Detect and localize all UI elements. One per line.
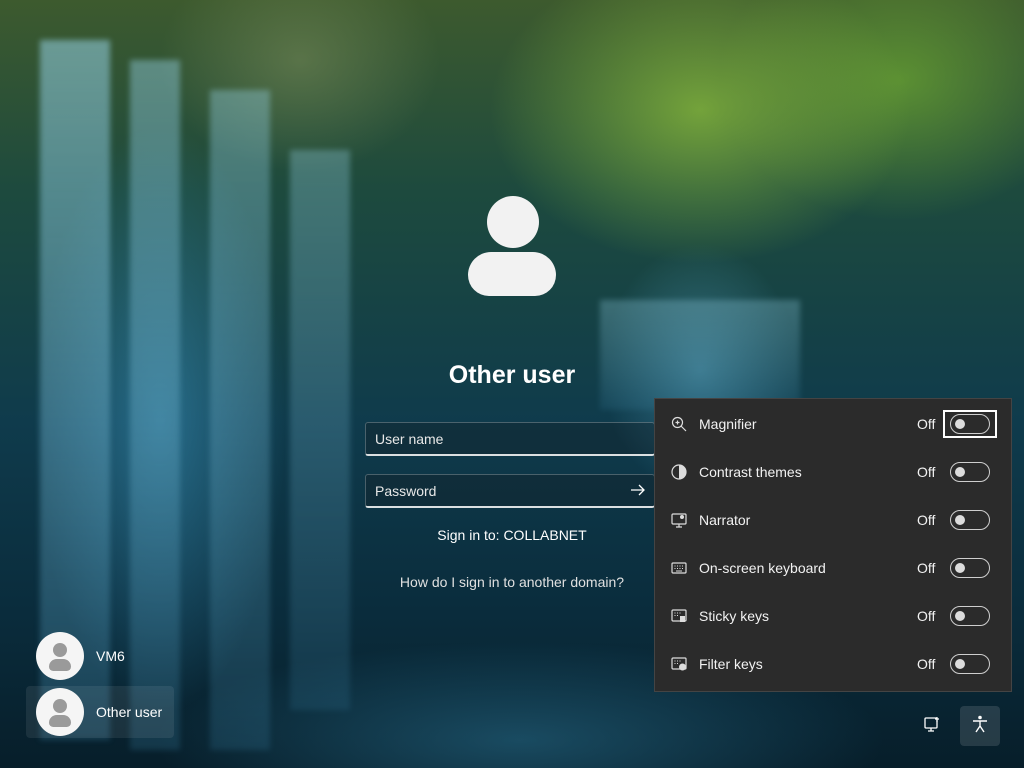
keyboard-icon [670,559,688,577]
filter-keys-icon [670,655,688,673]
accessibility-item-sticky-keys[interactable]: Sticky keys Off [655,592,1011,640]
item-label: On-screen keyboard [699,560,826,576]
item-label: Contrast themes [699,464,802,480]
sticky-keys-icon [670,607,688,625]
user-tile-other-user[interactable]: Other user [26,686,174,738]
network-icon [923,715,941,738]
accessibility-button[interactable] [960,706,1000,746]
arrow-right-icon[interactable] [630,482,646,503]
accessibility-item-narrator[interactable]: Narrator Off [655,496,1011,544]
username-placeholder: User name [375,430,444,447]
item-state: Off [917,656,936,672]
user-tile-vm6[interactable]: VM6 [26,630,174,682]
magnifier-icon [670,415,688,433]
username-input[interactable]: User name [365,422,655,456]
other-domain-link[interactable]: How do I sign in to another domain? [380,574,644,590]
accessibility-item-magnifier[interactable]: Magnifier Off [655,400,1011,448]
avatar [36,688,84,736]
item-state: Off [917,512,936,528]
contrast-themes-toggle[interactable] [950,462,990,482]
background-waterfall [290,150,350,710]
accessibility-icon [970,714,990,739]
item-state: Off [917,464,936,480]
accessibility-panel: Magnifier Off Contrast themes Off Narrat… [654,398,1012,692]
filter-keys-toggle[interactable] [950,654,990,674]
item-state: Off [917,560,936,576]
narrator-toggle[interactable] [950,510,990,530]
sticky-keys-toggle[interactable] [950,606,990,626]
item-label: Sticky keys [699,608,770,624]
item-state: Off [917,608,936,624]
avatar [36,632,84,680]
accessibility-item-on-screen-keyboard[interactable]: On-screen keyboard Off [655,544,1011,592]
network-button[interactable] [912,706,952,746]
narrator-icon [670,511,688,529]
magnifier-toggle[interactable] [950,414,990,434]
item-label: Magnifier [699,416,757,432]
background-waterfall [600,300,800,410]
password-placeholder: Password [375,482,437,499]
user-name: VM6 [96,648,125,664]
on-screen-keyboard-toggle[interactable] [950,558,990,578]
user-title: Other user [448,361,576,389]
accessibility-item-contrast-themes[interactable]: Contrast themes Off [655,448,1011,496]
accessibility-item-filter-keys[interactable]: Filter keys Off [655,640,1011,688]
password-input[interactable]: Password [365,474,655,508]
item-label: Narrator [699,512,751,528]
background-waterfall [210,90,270,750]
contrast-icon [670,463,688,481]
item-label: Filter keys [699,656,763,672]
user-avatar-large [467,196,557,296]
item-state: Off [917,416,936,432]
signin-domain-text: Sign in to: COLLABNET [437,527,587,543]
user-name: Other user [96,704,163,720]
